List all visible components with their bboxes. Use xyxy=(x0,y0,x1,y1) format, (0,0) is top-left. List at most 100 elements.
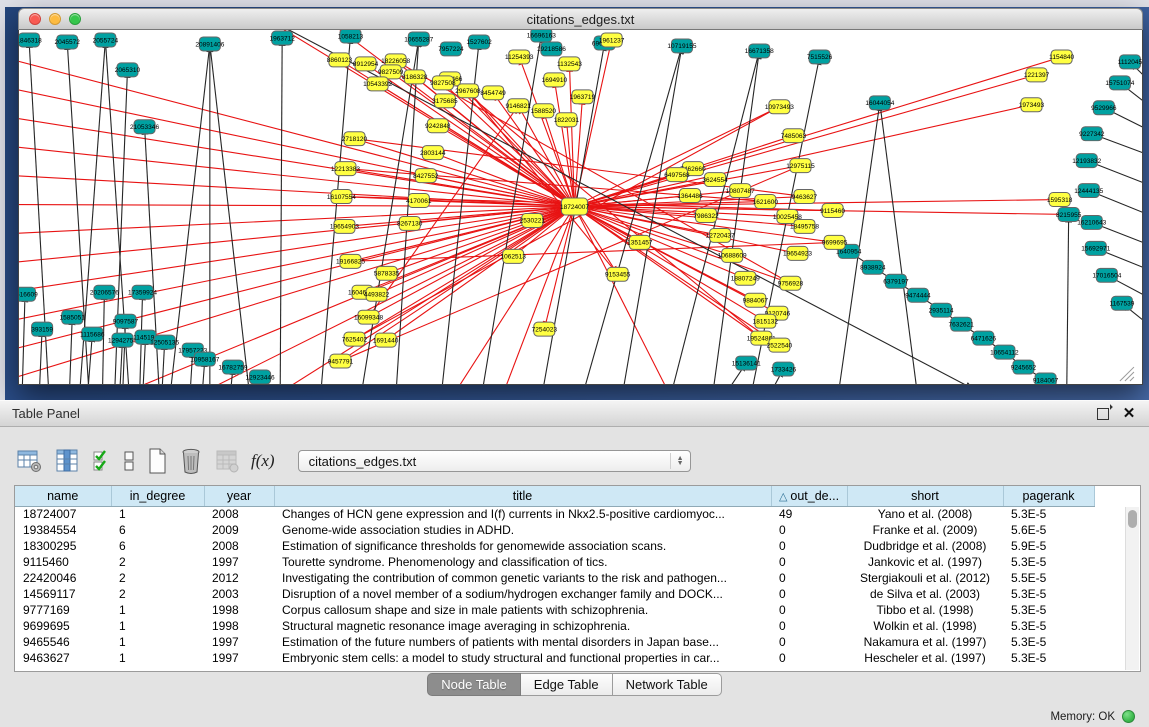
graph-node[interactable]: 1588520 xyxy=(531,104,557,118)
citation-network-graph[interactable]: 1846318204557220557242105334620891406196… xyxy=(19,30,1142,384)
graph-node[interactable]: 9146821 xyxy=(506,99,532,113)
graph-node[interactable]: 17359924 xyxy=(128,285,157,299)
graph-node[interactable]: 19654923 xyxy=(783,246,812,260)
table-row[interactable]: 1938455462009Genome-wide association stu… xyxy=(15,522,1094,538)
graph-node[interactable]: 7515526 xyxy=(807,50,833,64)
resize-grip-icon[interactable] xyxy=(1130,377,1134,381)
graph-node[interactable]: 12193832 xyxy=(1072,154,1101,168)
minimize-window-button[interactable] xyxy=(49,13,61,25)
graph-node[interactable]: 1221397 xyxy=(1024,68,1050,82)
graph-edge[interactable] xyxy=(170,44,210,384)
table-row[interactable]: 2242004622012Investigating the contribut… xyxy=(15,570,1094,586)
graph-node[interactable]: 8860123 xyxy=(327,53,353,67)
graph-node[interactable]: 16671358 xyxy=(745,44,774,58)
graph-node[interactable]: 1963719 xyxy=(570,90,596,104)
graph-node[interactable]: 12444135 xyxy=(1074,184,1103,198)
graph-node[interactable]: 2530221 xyxy=(520,213,546,227)
graph-node[interactable]: 20206576 xyxy=(90,285,119,299)
float-panel-button[interactable] xyxy=(1095,406,1111,422)
graph-node[interactable]: 9097587 xyxy=(113,314,139,328)
graph-node[interactable]: 1132543 xyxy=(557,57,582,71)
table-mode-button[interactable] xyxy=(16,448,43,474)
graph-node[interactable]: 1527602 xyxy=(466,35,492,49)
graph-node[interactable]: 18807249 xyxy=(731,271,760,285)
graph-node[interactable]: 7625402 xyxy=(342,332,368,346)
column-header-in_degree[interactable]: in_degree xyxy=(111,486,204,506)
graph-node[interactable]: 1846318 xyxy=(19,33,42,47)
row-height-button[interactable] xyxy=(123,448,135,474)
graph-node[interactable]: 16696163 xyxy=(527,30,556,42)
zoom-window-button[interactable] xyxy=(69,13,81,25)
graph-node[interactable]: 18724007 xyxy=(560,198,589,215)
graph-node[interactable]: 16210643 xyxy=(1077,215,1106,229)
graph-node[interactable]: 11254393 xyxy=(505,50,534,64)
graph-node[interactable]: 1733426 xyxy=(771,362,797,376)
graph-node[interactable]: 7485063 xyxy=(781,129,807,143)
table-row[interactable]: 969969511998Structural magnetic resonanc… xyxy=(15,618,1094,634)
graph-node[interactable]: 1167539 xyxy=(1109,296,1134,310)
column-header-title[interactable]: title xyxy=(274,486,771,506)
graph-node[interactable]: 12975115 xyxy=(786,159,815,173)
graph-node[interactable]: 1058213 xyxy=(338,30,364,43)
graph-node[interactable]: 9457791 xyxy=(328,354,354,368)
table-row[interactable]: 1830029562008Estimation of significance … xyxy=(15,538,1094,554)
graph-node[interactable]: 9184067 xyxy=(1033,373,1059,384)
graph-node[interactable]: 10719155 xyxy=(667,39,696,53)
graph-node[interactable]: 2718120 xyxy=(342,132,368,146)
graph-node[interactable]: 12923446 xyxy=(246,370,275,384)
graph-node[interactable]: 10543392 xyxy=(363,77,392,91)
graph-node[interactable]: 16782759 xyxy=(218,360,247,374)
graph-node[interactable]: 1973493 xyxy=(1019,98,1045,112)
graph-node[interactable]: 1815132 xyxy=(753,314,779,328)
graph-node[interactable]: 1585051 xyxy=(60,310,86,324)
column-header-name[interactable]: name xyxy=(15,486,111,506)
graph-edge[interactable] xyxy=(574,207,617,275)
column-header-pagerank[interactable]: pagerank xyxy=(1003,486,1094,506)
graph-node[interactable]: 5878335 xyxy=(374,266,400,280)
graph-node[interactable]: 7254023 xyxy=(532,322,558,336)
resize-grip-icon[interactable] xyxy=(1125,372,1134,381)
graph-node[interactable]: 2065310 xyxy=(115,63,141,77)
graph-node[interactable]: 16099348 xyxy=(354,310,383,324)
graph-edge[interactable] xyxy=(574,75,1036,207)
graph-edge[interactable] xyxy=(468,91,618,274)
graph-node[interactable]: 2055724 xyxy=(93,33,119,47)
graph-node[interactable]: 19654903 xyxy=(330,219,359,233)
graph-node[interactable]: 17016504 xyxy=(1092,268,1121,282)
graph-node[interactable]: 2935114 xyxy=(929,303,954,317)
graph-edge[interactable] xyxy=(19,175,574,207)
graph-node[interactable]: 8267130 xyxy=(397,216,423,230)
graph-node[interactable]: 9463627 xyxy=(792,190,818,204)
graph-node[interactable]: 9242848 xyxy=(425,119,451,133)
graph-node[interactable]: 7986322 xyxy=(693,208,719,222)
graph-node[interactable]: 3624554 xyxy=(702,173,728,187)
graph-edge[interactable] xyxy=(19,205,574,207)
graph-node[interactable]: 15692971 xyxy=(1081,241,1110,255)
graph-node[interactable]: 4493822 xyxy=(364,287,390,301)
graph-node[interactable]: 7632621 xyxy=(948,317,974,331)
show-column-button[interactable] xyxy=(54,448,81,474)
graph-node[interactable]: 1154840 xyxy=(1049,50,1074,64)
graph-node[interactable]: 10655287 xyxy=(404,32,433,46)
graph-edge[interactable] xyxy=(280,38,282,384)
graph-node[interactable]: 12213383 xyxy=(331,162,360,176)
table-row[interactable]: 977716911998Corpus callosum shape and si… xyxy=(15,602,1094,618)
graph-edge[interactable] xyxy=(122,321,125,384)
graph-node[interactable]: 9884067 xyxy=(743,293,769,307)
graph-node[interactable]: 1595318 xyxy=(1047,193,1073,207)
column-header-out_de[interactable]: △out_de... xyxy=(771,486,847,506)
delete-column-button[interactable] xyxy=(179,447,203,475)
graph-edge[interactable] xyxy=(574,57,1061,207)
graph-node[interactable]: 12505135 xyxy=(150,335,179,349)
tab-node-table[interactable]: Node Table xyxy=(427,673,521,696)
graph-edge[interactable] xyxy=(501,207,574,384)
graph-node[interactable]: 1115686 xyxy=(80,327,105,341)
graph-node[interactable]: 1351457 xyxy=(627,235,653,249)
graph-node[interactable]: 1112045 xyxy=(1118,55,1142,69)
graph-node[interactable]: 10973493 xyxy=(765,100,794,114)
graph-edge[interactable] xyxy=(69,317,72,384)
table-selector-dropdown[interactable]: citations_edges.txt ▲▼ xyxy=(298,450,691,472)
graph-edge[interactable] xyxy=(19,207,574,235)
graph-edge[interactable] xyxy=(210,44,250,384)
column-header-year[interactable]: year xyxy=(204,486,274,506)
